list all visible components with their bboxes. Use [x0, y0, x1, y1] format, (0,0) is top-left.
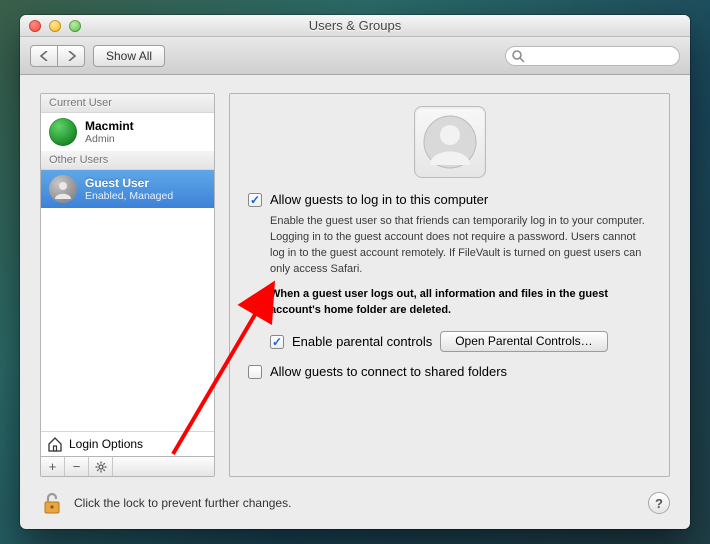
allow-guest-login-description: Enable the guest user so that friends ca…: [270, 214, 651, 278]
action-menu-button[interactable]: [89, 457, 113, 476]
back-button[interactable]: [30, 45, 58, 67]
user-status: Enabled, Managed: [85, 190, 173, 202]
person-icon: [53, 179, 73, 199]
zoom-icon[interactable]: [69, 20, 81, 32]
user-avatar-well[interactable]: [414, 106, 486, 178]
shared-folders-checkbox[interactable]: [248, 365, 262, 379]
login-options-button[interactable]: Login Options: [41, 431, 214, 456]
sidebar-header-current: Current User: [41, 94, 214, 113]
sidebar: Current User Macmint Admin Other Users: [40, 93, 215, 477]
close-icon[interactable]: [29, 20, 41, 32]
columns: Current User Macmint Admin Other Users: [40, 93, 670, 477]
lock-icon[interactable]: [40, 491, 64, 515]
avatar-icon: [49, 118, 77, 146]
open-parental-controls-button[interactable]: Open Parental Controls…: [440, 331, 607, 352]
show-all-button[interactable]: Show All: [93, 45, 165, 67]
search-wrap: [505, 46, 680, 66]
window-title: Users & Groups: [20, 18, 690, 33]
login-options-label: Login Options: [69, 437, 143, 451]
main-panel: Allow guests to log in to this computer …: [229, 93, 670, 477]
titlebar: Users & Groups: [20, 15, 690, 37]
shared-folders-row: Allow guests to connect to shared folder…: [248, 364, 651, 379]
sidebar-footer: + −: [41, 456, 214, 476]
traffic-lights: [29, 20, 81, 32]
avatar-icon: [49, 175, 77, 203]
parental-controls-row: Enable parental controls Open Parental C…: [270, 331, 651, 352]
search-input[interactable]: [505, 46, 680, 66]
window: Users & Groups Show All Current User: [20, 15, 690, 529]
gear-icon: [95, 461, 107, 473]
allow-guest-login-checkbox[interactable]: [248, 193, 262, 207]
person-icon: [423, 115, 477, 169]
allow-guest-login-row: Allow guests to log in to this computer: [248, 192, 651, 207]
shared-folders-label: Allow guests to connect to shared folder…: [270, 364, 507, 379]
forward-button[interactable]: [57, 45, 85, 67]
sidebar-item-guest-user[interactable]: Guest User Enabled, Managed: [41, 170, 214, 208]
sidebar-header-other: Other Users: [41, 151, 214, 170]
user-name: Macmint: [85, 119, 134, 133]
user-role: Admin: [85, 133, 134, 145]
add-user-button[interactable]: +: [41, 457, 65, 476]
allow-guest-login-warning: When a guest user logs out, all informat…: [270, 287, 651, 319]
parental-controls-checkbox[interactable]: [270, 335, 284, 349]
content: Current User Macmint Admin Other Users: [20, 75, 690, 529]
bottom-bar: Click the lock to prevent further change…: [40, 477, 670, 515]
chevron-left-icon: [40, 51, 49, 61]
chevron-right-icon: [67, 51, 76, 61]
help-button[interactable]: ?: [648, 492, 670, 514]
remove-user-button[interactable]: −: [65, 457, 89, 476]
user-name: Guest User: [85, 176, 173, 190]
parental-controls-label: Enable parental controls: [292, 334, 432, 349]
toolbar: Show All: [20, 37, 690, 75]
minimize-icon[interactable]: [49, 20, 61, 32]
allow-guest-login-label: Allow guests to log in to this computer: [270, 192, 488, 207]
nav-segment: [30, 45, 85, 67]
house-icon: [47, 436, 63, 452]
lock-text: Click the lock to prevent further change…: [74, 496, 291, 510]
sidebar-item-current-user[interactable]: Macmint Admin: [41, 113, 214, 151]
